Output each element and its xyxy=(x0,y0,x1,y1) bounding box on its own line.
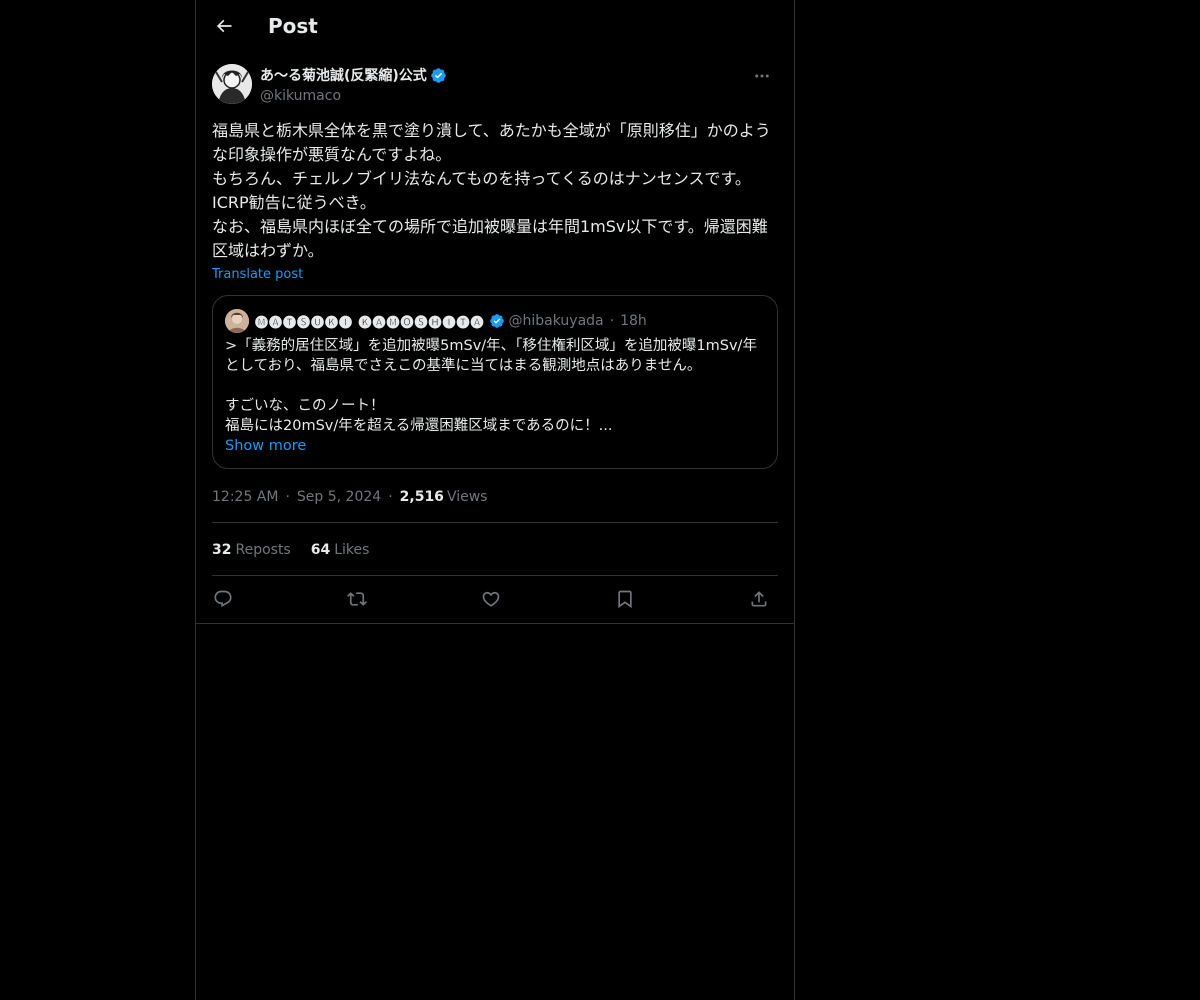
engagement-stats: 32 Reposts 64 Likes xyxy=(212,539,389,561)
quote-timestamp: 18h xyxy=(620,313,647,329)
divider xyxy=(212,522,778,523)
show-more-link[interactable]: Show more xyxy=(225,436,306,456)
likes-stat[interactable]: 64 Likes xyxy=(311,542,370,558)
more-button[interactable] xyxy=(746,64,778,88)
page-title: Post xyxy=(268,14,318,38)
views-label: Views xyxy=(446,489,488,505)
share-button[interactable] xyxy=(744,585,774,613)
reposts-label: Reposts xyxy=(235,542,291,558)
post-date[interactable]: Sep 5, 2024 xyxy=(297,489,381,505)
share-icon xyxy=(749,589,769,609)
likes-label: Likes xyxy=(334,542,370,558)
post-header: あ〜る菊池誠(反緊縮)公式 @kikumaco xyxy=(212,64,778,108)
avatar[interactable] xyxy=(212,64,252,104)
author-display-name[interactable]: あ〜る菊池誠(反緊縮)公式 xyxy=(260,65,427,85)
heart-icon xyxy=(481,589,501,609)
divider xyxy=(196,623,794,624)
repost-button[interactable] xyxy=(342,585,372,613)
meta-separator: · xyxy=(285,489,290,505)
views-count: 2,516 xyxy=(399,489,444,505)
quote-handle: @hibakuyada xyxy=(508,313,604,329)
divider xyxy=(212,575,778,576)
quote-text: >「義務的居住区域」を追加被曝5mSv/年、「移住権利区域」を追加被曝1mSv/… xyxy=(225,338,757,434)
verified-badge-icon xyxy=(430,67,447,84)
top-bar: Post xyxy=(196,0,794,53)
reply-button[interactable] xyxy=(208,585,238,613)
meta-separator: · xyxy=(388,489,393,505)
post-meta: 12:25 AM · Sep 5, 2024 · 2,516 Views xyxy=(212,486,487,508)
post-text: 福島県と栃木県全体を黒で塗り潰して、あたかも全域が「原則移住」かのような印象操作… xyxy=(212,121,771,260)
post-column: Post あ〜る菊池誠(反緊縮)公式 @kikumaco 福島県と栃木県全体を黒… xyxy=(195,0,795,1000)
reposts-count: 32 xyxy=(212,542,232,558)
likes-count: 64 xyxy=(310,542,331,558)
back-button[interactable] xyxy=(208,10,240,42)
translate-post-link[interactable]: Translate post xyxy=(212,266,303,284)
like-button[interactable] xyxy=(476,585,506,613)
quote-separator: · xyxy=(609,313,615,329)
quote-avatar[interactable] xyxy=(225,309,249,333)
action-bar xyxy=(212,585,778,613)
post-time[interactable]: 12:25 AM xyxy=(212,489,278,505)
reply-icon xyxy=(213,589,233,609)
bookmark-button[interactable] xyxy=(610,585,640,613)
verified-badge-icon xyxy=(489,313,505,329)
author-name-row: あ〜る菊池誠(反緊縮)公式 xyxy=(260,64,447,86)
author-handle[interactable]: @kikumaco xyxy=(260,86,341,106)
quote-display-name: 🅜🅐🅣🅢🅤🅚🅘 🅚🅐🅜🅞🅢🅗🅘🅣🅐 xyxy=(255,315,485,331)
arrow-left-icon xyxy=(214,16,234,36)
quote-name-row: 🅜🅐🅣🅢🅤🅚🅘 🅚🅐🅜🅞🅢🅗🅘🅣🅐 @hibakuyada · 18h xyxy=(255,310,647,332)
reposts-stat[interactable]: 32 Reposts xyxy=(212,542,291,558)
quoted-post[interactable]: 🅜🅐🅣🅢🅤🅚🅘 🅚🅐🅜🅞🅢🅗🅘🅣🅐 @hibakuyada · 18h >「義務… xyxy=(212,295,778,469)
repost-icon xyxy=(347,589,367,609)
more-horizontal-icon xyxy=(753,67,771,85)
bookmark-icon xyxy=(615,589,635,609)
